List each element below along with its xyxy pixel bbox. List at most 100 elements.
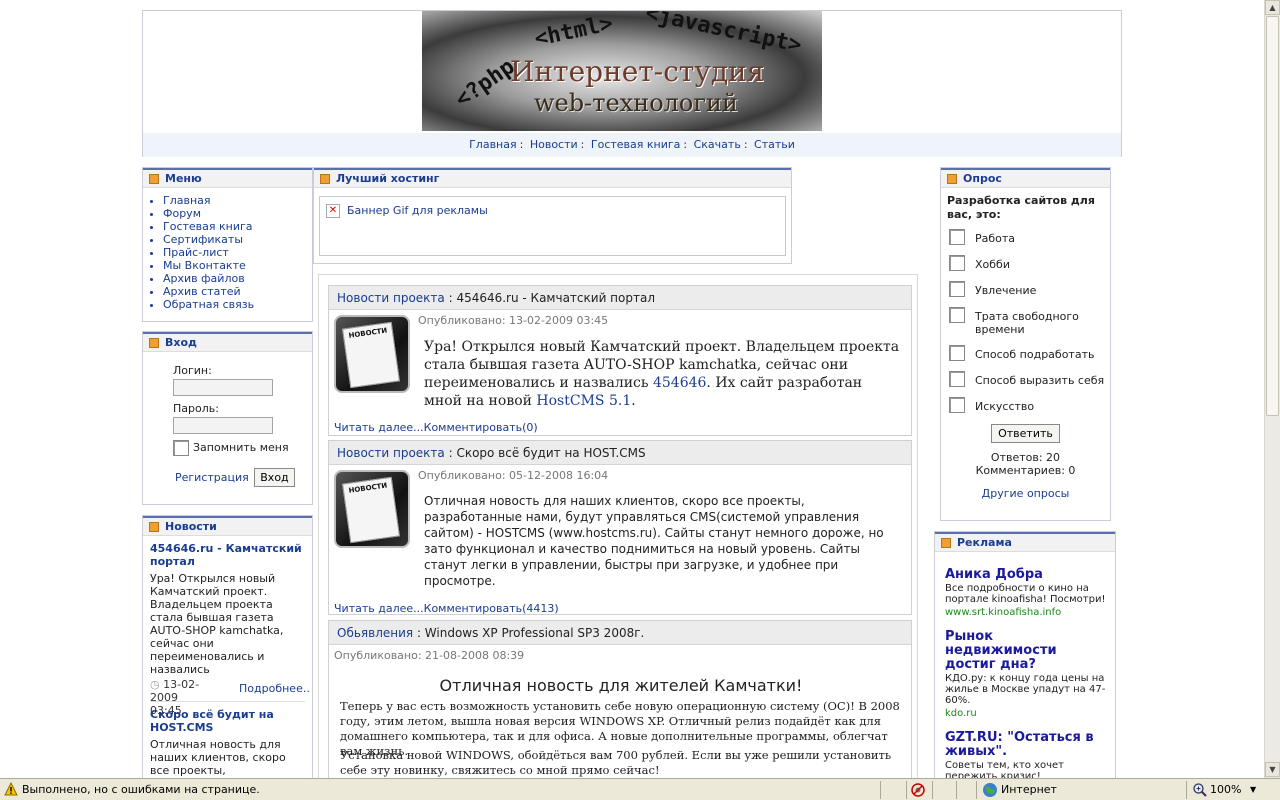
ad-title[interactable]: Аника Добра bbox=[945, 568, 1107, 582]
nav-news[interactable]: Новости bbox=[530, 138, 578, 151]
read-more-link[interactable]: Читать далее... bbox=[334, 421, 424, 434]
menu-item-home[interactable]: Главная bbox=[163, 194, 312, 207]
article-title: Скоро всё будит на HOST.CMS bbox=[456, 446, 646, 460]
poll-option[interactable]: Способ выразить себя bbox=[941, 371, 1110, 398]
news-side-more-link[interactable]: Подробнее.. bbox=[239, 682, 310, 695]
menu-item-feedback[interactable]: Обратная связь bbox=[163, 298, 312, 311]
login-input[interactable] bbox=[173, 379, 273, 396]
comment-link[interactable]: Комментировать(0) bbox=[424, 421, 538, 434]
poll-box-header: Опрос bbox=[941, 168, 1110, 188]
warning-icon[interactable] bbox=[4, 781, 18, 798]
login-submit-button[interactable]: Вход bbox=[254, 468, 295, 487]
menu-box: Меню Главная Форум Гостевая книга Сертиф… bbox=[142, 167, 313, 322]
menu-item-vkontakte[interactable]: Мы Вконтакте bbox=[163, 259, 312, 272]
article-header: Новости проекта : Скоро всё будит на HOS… bbox=[329, 441, 911, 465]
poll-checkbox[interactable] bbox=[949, 371, 965, 387]
article-category-link[interactable]: Обьявления bbox=[337, 626, 413, 640]
article-footer: Читать далее...Комментировать(4413) bbox=[334, 602, 559, 615]
poll-submit-button[interactable]: Ответить bbox=[991, 424, 1060, 443]
zoom-dropdown-icon[interactable]: ▼ bbox=[1250, 782, 1256, 798]
poll-checkbox[interactable] bbox=[949, 307, 965, 323]
ad-title[interactable]: Рынок недвижимости достиг дна? bbox=[945, 630, 1107, 672]
poll-checkbox[interactable] bbox=[949, 345, 965, 361]
article-link-454646[interactable]: 454646 bbox=[653, 375, 706, 391]
announcement-article: Обьявления : Windows XP Professional SP3… bbox=[328, 620, 912, 778]
news-side-item-body: Отличная новость для наших клиентов, ско… bbox=[150, 738, 286, 778]
menu-item-guestbook[interactable]: Гостевая книга bbox=[163, 220, 312, 233]
box-marker-icon bbox=[947, 174, 957, 184]
poll-option[interactable]: Искусство bbox=[941, 397, 1110, 424]
login-form: Логин: Пароль: Запомнить меня Регистраци… bbox=[143, 352, 312, 487]
poll-option[interactable]: Хобби bbox=[941, 255, 1110, 282]
ad-item[interactable]: Аника Добра Все подробности о кино на по… bbox=[945, 568, 1107, 619]
ad-item[interactable]: Рынок недвижимости достиг дна? КДО.ру: к… bbox=[945, 630, 1107, 720]
box-marker-icon bbox=[149, 174, 159, 184]
scroll-up-icon[interactable]: ▲ bbox=[1265, 0, 1280, 15]
article-headline: Отличная новость для жителей Камчатки! bbox=[439, 676, 803, 695]
poll-checkbox[interactable] bbox=[949, 281, 965, 297]
ad-item[interactable]: GZT.RU: "Остаться в живых". Советы тем, … bbox=[945, 731, 1107, 779]
menu-item-articles-archive[interactable]: Архив статей bbox=[163, 285, 312, 298]
banner-placeholder[interactable]: ✕ Баннер Gif для рекламы bbox=[319, 196, 786, 256]
ads-list: Аника Добра Все подробности о кино на по… bbox=[935, 552, 1115, 779]
login-box-header: Вход bbox=[143, 332, 312, 352]
zoom-level[interactable]: 100% bbox=[1210, 782, 1241, 798]
news-thumbnail-icon: НОВОСТИ bbox=[334, 470, 410, 548]
poll-option[interactable]: Трата свободного времени bbox=[941, 307, 1110, 346]
privacy-icon[interactable] bbox=[910, 782, 926, 798]
other-polls-link[interactable]: Другие опросы bbox=[982, 487, 1070, 500]
ad-url[interactable]: www.srt.kinoafisha.info bbox=[945, 607, 1107, 618]
nav-download[interactable]: Скачать bbox=[694, 138, 741, 151]
article-link-hostcms[interactable]: HostCMS 5.1 bbox=[536, 393, 631, 409]
article-category-link[interactable]: Новости проекта bbox=[337, 446, 445, 460]
poll-option[interactable]: Способ подработать bbox=[941, 345, 1110, 372]
article-paragraph: Установка новой WINDOWS, обойдёться вам … bbox=[340, 748, 892, 777]
poll-checkbox[interactable] bbox=[949, 255, 965, 271]
news-side-item-title[interactable]: 454646.ru - Камчатский портал bbox=[150, 542, 305, 568]
nav-articles[interactable]: Статьи bbox=[754, 138, 795, 151]
box-marker-icon bbox=[941, 538, 951, 548]
vertical-scrollbar[interactable]: ▲ ▼ bbox=[1264, 0, 1280, 778]
article-category-link[interactable]: Новости проекта bbox=[337, 291, 445, 305]
register-link[interactable]: Регистрация bbox=[175, 471, 249, 484]
ad-title[interactable]: GZT.RU: "Остаться в живых". bbox=[945, 731, 1107, 759]
browser-status-bar: Выполнено, но с ошибками на странице. Ин… bbox=[0, 778, 1280, 800]
poll-checkbox[interactable] bbox=[949, 397, 965, 413]
nav-home[interactable]: Главная bbox=[469, 138, 517, 151]
article-published: Опубликовано: 05-12-2008 16:04 bbox=[418, 469, 609, 482]
scroll-thumb[interactable] bbox=[1266, 16, 1279, 416]
site-header: <?php <html> <javascript> Интернет-студи… bbox=[142, 10, 1122, 157]
article-footer: Читать далее...Комментировать(0) bbox=[334, 421, 538, 434]
zoom-icon[interactable] bbox=[1192, 782, 1208, 798]
article-body: Отличная новость для наших клиентов, ско… bbox=[424, 494, 884, 588]
box-marker-icon bbox=[320, 174, 330, 184]
internet-zone-icon bbox=[982, 782, 998, 798]
poll-checkbox[interactable] bbox=[949, 229, 965, 245]
poll-other-row: Другие опросы bbox=[941, 487, 1110, 500]
news-side-item-body: Ура! Открылся новый Камчатский проект. В… bbox=[150, 572, 284, 676]
poll-option[interactable]: Работа bbox=[941, 229, 1110, 256]
nav-guestbook[interactable]: Гостевая книга bbox=[591, 138, 681, 151]
read-more-link[interactable]: Читать далее... bbox=[334, 602, 424, 615]
ad-url[interactable]: kdo.ru bbox=[945, 708, 1107, 719]
box-marker-icon bbox=[149, 522, 159, 532]
menu-item-forum[interactable]: Форум bbox=[163, 207, 312, 220]
remember-row: Запомнить меня bbox=[173, 440, 312, 456]
poll-option[interactable]: Увлечение bbox=[941, 281, 1110, 308]
password-label: Пароль: bbox=[173, 402, 219, 415]
comment-link[interactable]: Комментировать(4413) bbox=[424, 602, 559, 615]
ad-desc: КДО.ру: к концу года цены на жилье в Мос… bbox=[945, 673, 1106, 706]
menu-item-files-archive[interactable]: Архив файлов bbox=[163, 272, 312, 285]
article-body: Ура! Открылся новый Камчатский проект. В… bbox=[424, 339, 900, 409]
scroll-down-icon[interactable]: ▼ bbox=[1265, 762, 1280, 777]
poll-box: Опрос Разработка сайтов для вас, это: Ра… bbox=[940, 167, 1111, 521]
remember-checkbox[interactable] bbox=[173, 440, 189, 456]
menu-item-pricelist[interactable]: Прайс-лист bbox=[163, 246, 312, 259]
news-side-item-date: ◷ 13-02-2009 03:45 bbox=[150, 678, 200, 717]
poll-question: Разработка сайтов для вас, это: bbox=[947, 194, 1095, 221]
security-zone-label: Интернет bbox=[1001, 783, 1057, 796]
menu-item-certificates[interactable]: Сертификаты bbox=[163, 233, 312, 246]
article-header: Обьявления : Windows XP Professional SP3… bbox=[329, 621, 911, 645]
password-input[interactable] bbox=[173, 417, 273, 434]
site-logo[interactable]: <?php <html> <javascript> Интернет-студи… bbox=[422, 11, 822, 131]
